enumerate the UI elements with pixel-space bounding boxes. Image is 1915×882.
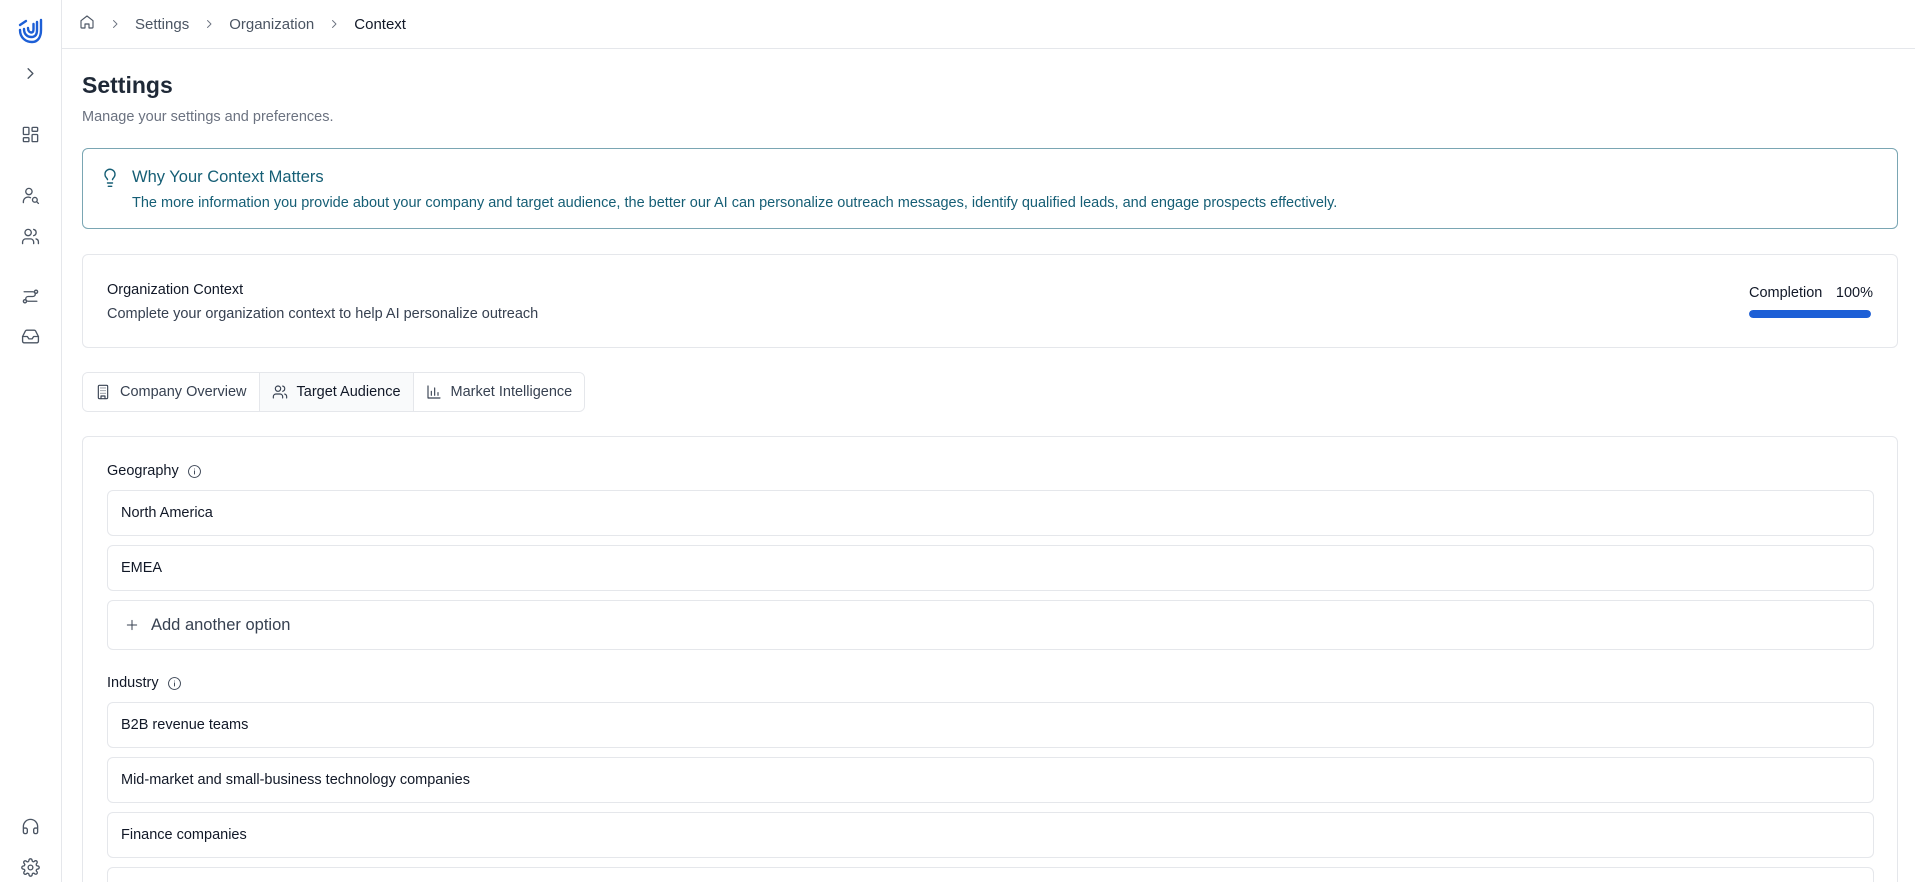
sidebar-item-support[interactable] (19, 815, 41, 837)
organization-context-card: Organization Context Complete your organ… (82, 254, 1898, 348)
industry-option-input[interactable]: Finance companies (107, 812, 1874, 858)
completion-progress-bar (1749, 310, 1871, 318)
org-context-subtitle: Complete your organization context to he… (107, 306, 539, 322)
breadcrumb: Settings Organization Context (62, 0, 1915, 49)
add-geography-option-button[interactable]: Add another option (107, 600, 1874, 650)
gear-icon (20, 857, 40, 877)
workflow-icon (22, 288, 38, 304)
industry-option-input[interactable]: Mid-market and small-business technology… (107, 757, 1874, 803)
geography-label: Geography (107, 463, 202, 479)
sidebar-expand-button[interactable] (19, 62, 41, 84)
dashboard-icon (22, 126, 38, 142)
inbox-icon (21, 328, 39, 344)
sidebar-item-dashboard[interactable] (19, 123, 41, 145)
users-icon (272, 385, 287, 399)
users-icon (21, 228, 39, 244)
sidebar-item-workflow[interactable] (19, 285, 41, 307)
sidebar-item-settings[interactable] (19, 856, 41, 878)
callout-text: The more information you provide about y… (132, 195, 1338, 211)
completion-indicator: Completion 100% (1749, 285, 1873, 318)
chevron-right-icon (328, 18, 340, 30)
brand-logo-icon (18, 18, 43, 44)
geography-option-input[interactable]: EMEA (107, 545, 1874, 591)
bar-chart-icon (426, 385, 441, 399)
sidebar-item-inbox[interactable] (19, 325, 41, 347)
sidebar (0, 0, 62, 882)
org-context-title: Organization Context (107, 282, 244, 298)
sidebar-item-user-search[interactable] (19, 184, 41, 206)
page-title: Settings (82, 72, 173, 98)
info-icon[interactable] (167, 676, 182, 691)
user-search-icon (22, 187, 39, 204)
industry-option-input[interactable]: B2B revenue teams (107, 702, 1874, 748)
tab-market-intelligence[interactable]: Market Intelligence (413, 373, 585, 411)
tab-label: Company Overview (120, 384, 247, 400)
industry-option-input[interactable] (107, 867, 1874, 882)
breadcrumb-settings[interactable]: Settings (135, 16, 189, 33)
target-audience-form: Geography North America EMEA Add another… (82, 436, 1898, 882)
chevron-right-icon (203, 18, 215, 30)
brand-logo[interactable] (16, 16, 44, 46)
add-option-label: Add another option (151, 615, 291, 634)
home-button[interactable] (79, 14, 95, 34)
breadcrumb-organization[interactable]: Organization (229, 16, 314, 33)
completion-progress-fill (1749, 310, 1871, 318)
sidebar-item-users[interactable] (19, 225, 41, 247)
geography-option-input[interactable]: North America (107, 490, 1874, 536)
chevron-right-icon (109, 18, 121, 30)
context-info-callout: Why Your Context Matters The more inform… (82, 148, 1898, 229)
breadcrumb-context: Context (354, 15, 406, 33)
context-tabs: Company Overview Target Audience Market … (82, 372, 586, 412)
plus-icon (126, 619, 138, 631)
lightbulb-icon (100, 167, 120, 194)
industry-label-text: Industry (107, 675, 159, 691)
headset-icon (22, 818, 38, 834)
home-icon (80, 15, 94, 29)
info-icon[interactable] (187, 464, 202, 479)
tab-label: Market Intelligence (450, 384, 573, 400)
page-subtitle: Manage your settings and preferences. (82, 109, 334, 125)
chevron-right-icon (26, 67, 34, 79)
industry-label: Industry (107, 675, 182, 691)
completion-value: 100% (1835, 285, 1873, 301)
completion-label: Completion (1749, 285, 1823, 301)
geography-label-text: Geography (107, 463, 179, 479)
tab-target-audience[interactable]: Target Audience (259, 373, 414, 411)
callout-title: Why Your Context Matters (132, 168, 324, 186)
tab-company-overview[interactable]: Company Overview (83, 373, 260, 411)
tab-label: Target Audience (296, 384, 401, 400)
building-icon (97, 384, 109, 400)
